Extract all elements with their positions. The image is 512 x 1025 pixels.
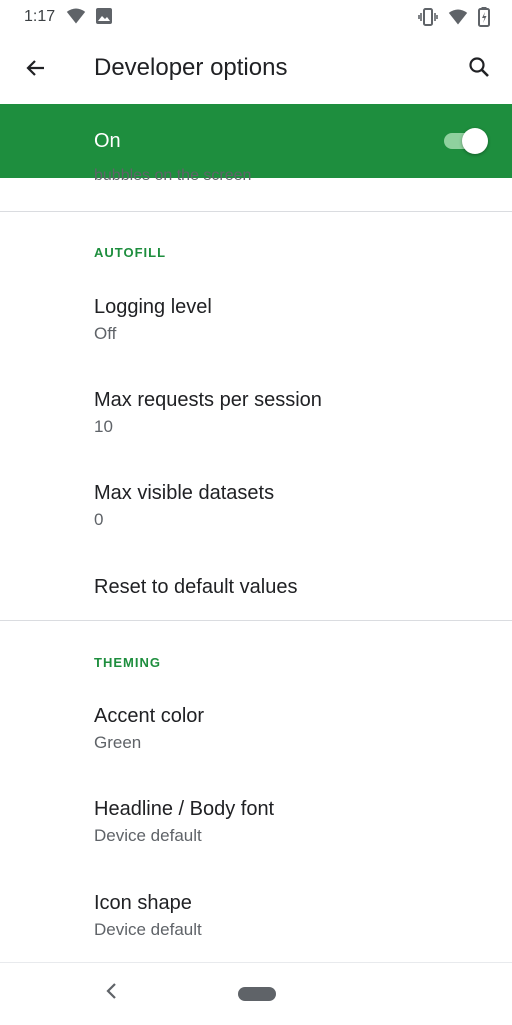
search-icon bbox=[467, 55, 491, 84]
toggle-thumb bbox=[462, 128, 488, 154]
pref-title: Max requests per session bbox=[94, 389, 322, 411]
image-icon bbox=[96, 8, 112, 29]
section-header-autofill: AUTOFILL bbox=[94, 245, 167, 260]
home-pill-icon[interactable] bbox=[238, 987, 276, 1001]
pref-logging-level[interactable]: Logging level Off bbox=[0, 296, 512, 386]
section-header-theming: THEMING bbox=[94, 655, 161, 670]
search-button[interactable] bbox=[464, 54, 494, 84]
clipped-item-text: bubbles on the screen bbox=[94, 168, 252, 184]
status-bar: 1:17 bbox=[0, 0, 512, 34]
back-button[interactable] bbox=[20, 54, 52, 86]
battery-icon bbox=[478, 7, 490, 32]
system-nav-bar bbox=[0, 962, 512, 1025]
page-title: Developer options bbox=[94, 54, 288, 81]
pref-summary: 0 bbox=[94, 510, 104, 529]
master-switch-label: On bbox=[94, 130, 121, 152]
arrow-back-icon bbox=[24, 56, 48, 85]
wifi-icon bbox=[448, 8, 468, 31]
pref-title: Logging level bbox=[94, 296, 212, 318]
pref-summary: Green bbox=[94, 733, 142, 752]
pref-title: Accent color bbox=[94, 705, 205, 727]
nav-back-button[interactable] bbox=[100, 981, 124, 1005]
app-bar: Developer options bbox=[0, 34, 512, 104]
nav-back-icon bbox=[105, 982, 119, 1005]
pref-summary: Device default bbox=[94, 920, 202, 939]
pref-title: Max visible datasets bbox=[94, 482, 275, 504]
pref-icon-shape[interactable]: Icon shape Device default bbox=[0, 892, 512, 958]
vibrate-icon bbox=[418, 8, 438, 31]
pref-headline-body-font[interactable]: Headline / Body font Device default bbox=[0, 798, 512, 888]
pref-max-visible-datasets[interactable]: Max visible datasets 0 bbox=[0, 482, 512, 572]
pref-summary: 10 bbox=[94, 417, 113, 436]
section-divider bbox=[0, 620, 512, 621]
pref-summary: Off bbox=[94, 324, 117, 343]
clipped-item-summary: bubbles on the screen bbox=[94, 168, 251, 188]
pref-accent-color[interactable]: Accent color Green bbox=[0, 705, 512, 795]
wifi-icon bbox=[66, 7, 86, 30]
status-time: 1:17 bbox=[24, 8, 56, 25]
pref-title: Headline / Body font bbox=[94, 798, 275, 820]
pref-max-requests-per-session[interactable]: Max requests per session 10 bbox=[0, 389, 512, 479]
pref-reset-to-default-values[interactable]: Reset to default values bbox=[0, 576, 512, 616]
pref-title: Icon shape bbox=[94, 892, 192, 914]
pref-title: Reset to default values bbox=[94, 576, 298, 598]
section-divider bbox=[0, 211, 512, 212]
master-toggle-switch[interactable] bbox=[444, 127, 488, 155]
master-switch-bar[interactable]: On bbox=[0, 104, 512, 178]
pref-summary: Device default bbox=[94, 826, 202, 845]
